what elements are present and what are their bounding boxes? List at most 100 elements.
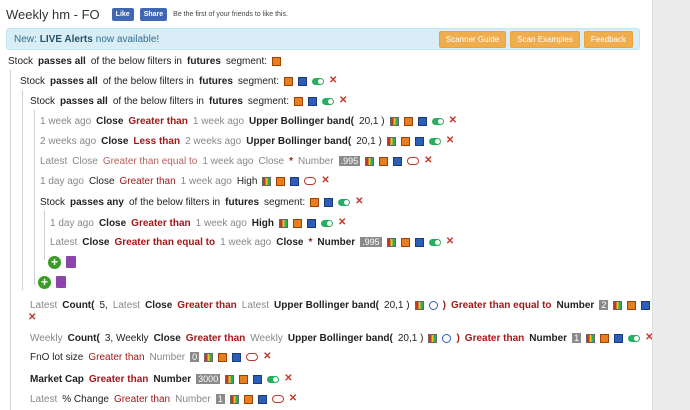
scan-examples-button[interactable]: Scan Examples [510, 30, 580, 48]
timeframe[interactable]: 1 week ago [196, 218, 247, 229]
field[interactable]: FnO lot size [30, 352, 83, 363]
operator[interactable]: Greater than [131, 218, 190, 229]
toggle-icon[interactable] [628, 334, 641, 342]
toggle-icon[interactable] [312, 77, 325, 85]
delete-icon[interactable]: ✕ [424, 156, 432, 166]
number-value[interactable]: 3000 [196, 374, 221, 384]
grid-icon[interactable] [386, 237, 396, 247]
operator[interactable]: Greater than equal to [103, 156, 198, 167]
field[interactable]: High [237, 176, 258, 187]
number-label[interactable]: Number [175, 394, 211, 405]
toggle-off-icon[interactable] [246, 353, 259, 361]
copy-icon[interactable] [377, 154, 389, 166]
timeframe[interactable]: 1 day ago [40, 176, 84, 187]
segment-name[interactable]: futures [225, 197, 259, 208]
add-filter-icon[interactable]: + [48, 255, 61, 269]
grid-icon[interactable] [389, 116, 399, 126]
copy-icon[interactable] [274, 174, 286, 186]
block-icon[interactable] [442, 333, 452, 343]
field[interactable]: Close [259, 156, 285, 167]
toggle-off-icon[interactable] [407, 157, 420, 165]
alert-live-link[interactable]: LIVE Alerts [40, 34, 93, 45]
grid-icon[interactable] [428, 333, 438, 343]
copy-icon[interactable] [598, 331, 610, 343]
paste-icon[interactable] [324, 197, 334, 207]
delete-icon[interactable]: ✕ [28, 313, 36, 323]
delete-icon[interactable]: ✕ [321, 176, 329, 186]
paste-icon[interactable] [257, 394, 267, 404]
segment-name[interactable]: futures [199, 76, 233, 87]
grid-icon[interactable] [204, 352, 214, 362]
paste-icon[interactable] [307, 218, 317, 228]
count-args[interactable]: 5, [99, 300, 107, 311]
fb-share-button[interactable]: Share [139, 7, 168, 21]
field[interactable]: Close [96, 116, 123, 127]
toggle-icon[interactable] [428, 238, 441, 246]
operator[interactable]: Greater than [89, 374, 148, 385]
copy-icon[interactable] [625, 298, 637, 310]
paste-icon[interactable] [414, 136, 424, 146]
timeframe[interactable]: Latest [30, 394, 57, 405]
scrollbar-track[interactable] [652, 0, 690, 410]
paste-icon[interactable] [414, 237, 424, 247]
timeframe[interactable]: 1 week ago [202, 156, 253, 167]
grid-icon[interactable] [586, 333, 596, 343]
number-label[interactable]: Number [557, 300, 595, 311]
function[interactable]: Count( [62, 300, 94, 311]
timeframe[interactable]: Weekly [30, 333, 63, 344]
add-filter-icon[interactable]: + [38, 275, 51, 289]
copy-icon[interactable] [308, 195, 320, 207]
timeframe[interactable]: 1 day ago [50, 218, 94, 229]
paste-icon[interactable] [298, 76, 308, 86]
toggle-icon[interactable] [321, 219, 334, 227]
operator[interactable]: Greater than [177, 300, 236, 311]
delete-icon[interactable]: ✕ [446, 136, 454, 146]
field[interactable]: High [252, 218, 274, 229]
timeframe[interactable]: 1 week ago [193, 116, 244, 127]
field[interactable]: Close [82, 237, 109, 248]
grid-icon[interactable] [613, 300, 623, 310]
operator[interactable]: Greater than equal to [451, 300, 552, 311]
indicator[interactable]: Upper Bollinger band( [274, 300, 379, 311]
paste-icon[interactable] [253, 374, 263, 384]
grid-icon[interactable] [279, 218, 289, 228]
passes-mode[interactable]: passes all [38, 56, 86, 67]
toggle-icon[interactable] [431, 117, 444, 125]
copy-icon[interactable] [292, 94, 304, 106]
field[interactable]: Market Cap [30, 374, 84, 385]
indicator-args[interactable]: 20,1 ) [384, 300, 410, 311]
number-label[interactable]: Number [298, 156, 334, 167]
indicator[interactable]: Upper Bollinger band( [249, 116, 354, 127]
copy-icon[interactable] [401, 114, 413, 126]
copy-icon[interactable] [270, 54, 282, 66]
scanner-guide-button[interactable]: Scanner Guide [438, 30, 507, 48]
timeframe[interactable]: Latest [40, 156, 67, 167]
number-label[interactable]: Number [153, 374, 191, 385]
field[interactable]: Close [101, 136, 128, 147]
timeframe[interactable]: Weekly [250, 333, 283, 344]
operator[interactable]: Greater than equal to [114, 237, 215, 248]
copy-icon[interactable] [282, 74, 294, 86]
paste-icon[interactable] [290, 176, 300, 186]
indicator-args[interactable]: 20,1 ) [359, 116, 385, 127]
copy-icon[interactable] [237, 372, 249, 384]
timeframe[interactable]: Latest [30, 300, 57, 311]
paste-group-icon[interactable] [66, 256, 76, 268]
number-value[interactable]: 0 [190, 352, 200, 362]
delete-icon[interactable]: ✕ [355, 197, 363, 207]
feedback-button[interactable]: Feedback [583, 30, 633, 48]
toggle-off-icon[interactable] [271, 395, 284, 403]
passes-mode[interactable]: passes any [70, 197, 124, 208]
grid-icon[interactable] [365, 156, 375, 166]
timeframe[interactable]: Latest [242, 300, 269, 311]
number-label[interactable]: Number [317, 237, 355, 248]
delete-icon[interactable]: ✕ [339, 96, 347, 106]
paste-icon[interactable] [393, 156, 403, 166]
number-value[interactable]: 2 [599, 300, 609, 310]
copy-icon[interactable] [216, 350, 228, 362]
number-value[interactable]: .995 [360, 237, 382, 247]
copy-icon[interactable] [291, 216, 303, 228]
number-value[interactable]: .995 [338, 156, 361, 166]
paste-group-icon[interactable] [56, 276, 66, 288]
grid-icon[interactable] [229, 394, 239, 404]
